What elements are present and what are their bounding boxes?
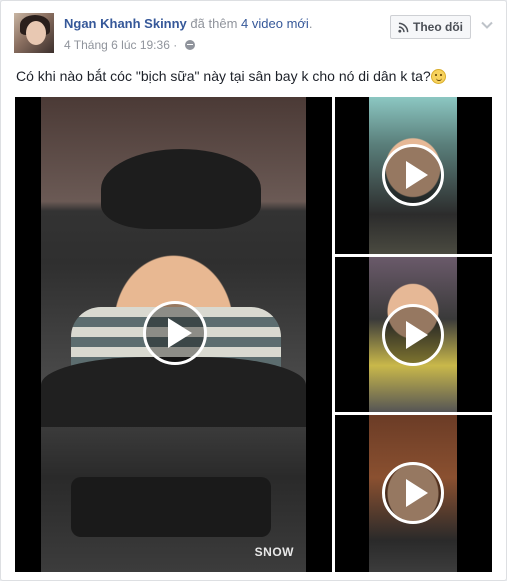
post-meta: 4 Tháng 6 lúc 19:36 ·	[64, 38, 195, 52]
feed-post: Ngan Khanh Skinny đã thêm 4 video mới. 4…	[0, 0, 507, 581]
video-2[interactable]	[335, 97, 492, 254]
follow-button-label: Theo dõi	[413, 20, 463, 34]
action-suffix: .	[308, 16, 313, 31]
action-prefix: đã thêm	[190, 16, 238, 31]
thumbnail-buckle	[71, 477, 271, 537]
play-triangle	[406, 161, 428, 189]
snow-watermark: SNOW	[254, 545, 294, 559]
post-message: Có khi nào bắt cóc "bịch sữa" này tại sâ…	[16, 68, 446, 84]
author-name-link[interactable]: Ngan Khanh Skinny	[64, 16, 187, 31]
globe-icon[interactable]	[184, 40, 195, 50]
post-timestamp[interactable]: 4 Tháng 6 lúc 19:36	[64, 38, 170, 52]
new-videos-link[interactable]: 4 video mới	[241, 16, 309, 31]
thumbnail-hat	[101, 149, 261, 229]
video-3[interactable]	[335, 257, 492, 412]
play-triangle	[406, 479, 428, 507]
play-triangle	[406, 321, 428, 349]
chevron-down-icon[interactable]	[480, 18, 494, 32]
smiley-emoji-icon	[430, 69, 446, 84]
rss-icon	[398, 22, 409, 33]
play-icon[interactable]	[382, 144, 444, 206]
video-4[interactable]	[335, 415, 492, 572]
play-icon[interactable]	[143, 301, 207, 365]
post-header-line: Ngan Khanh Skinny đã thêm 4 video mới.	[64, 16, 312, 31]
author-avatar[interactable]	[14, 13, 54, 53]
play-icon[interactable]	[382, 304, 444, 366]
play-triangle	[168, 318, 192, 348]
post-message-text: Có khi nào bắt cóc "bịch sữa" này tại sâ…	[16, 68, 431, 84]
follow-button[interactable]: Theo dõi	[390, 15, 471, 39]
video-main[interactable]: SNOW	[15, 97, 332, 572]
play-icon[interactable]	[382, 462, 444, 524]
meta-separator: ·	[173, 38, 178, 52]
thumbnail-tray	[41, 357, 306, 427]
avatar-face	[26, 21, 46, 45]
